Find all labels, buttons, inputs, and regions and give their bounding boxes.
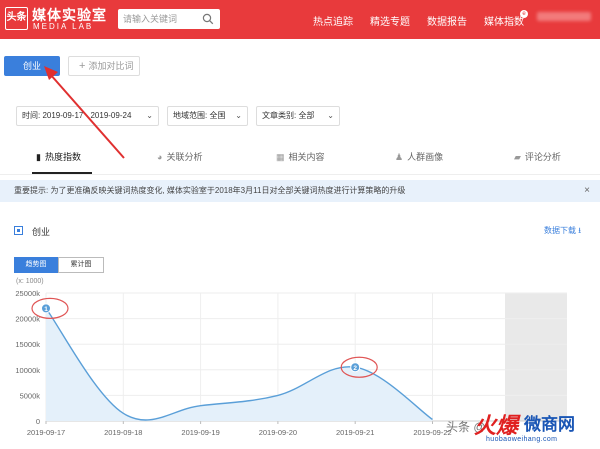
future-shade-region	[505, 293, 567, 421]
y-tick-label: 25000k	[15, 289, 40, 298]
time-range-label: 时间: 2019-09-17 - 2019-09-24	[22, 111, 132, 120]
logo-subtitle: MEDIA LAB	[33, 22, 94, 31]
add-compare-button[interactable]: + 添加对比词	[68, 56, 140, 76]
data-download-link[interactable]: 数据下载 ⭳	[544, 225, 581, 239]
nav-featured-topics[interactable]: 精选专题	[370, 13, 410, 28]
tab-heat-index[interactable]: ▮ 热度指数	[36, 150, 81, 163]
region-label: 地域范围: 全国	[173, 111, 226, 120]
tabs-divider	[0, 174, 600, 175]
marker-label: 2	[353, 365, 357, 372]
tab-comment-analysis[interactable]: ▰ 评论分析	[514, 150, 561, 163]
tab-label: 人群画像	[407, 152, 444, 162]
x-tick-label: 2019-09-17	[27, 428, 65, 437]
keyword-button[interactable]: 创业	[4, 56, 60, 76]
notice-text: 重要提示: 为了更准确反映关键词热度变化, 媒体实验室于2018年3月11日对全…	[14, 186, 406, 195]
avatar[interactable]: e	[520, 10, 528, 18]
tab-related-content[interactable]: ▦ 相关内容	[276, 150, 325, 163]
person-icon: ♟	[395, 152, 404, 162]
series-checkbox[interactable]	[14, 226, 23, 235]
tab-audience-profile[interactable]: ♟ 人群画像	[395, 150, 443, 163]
category-filter[interactable]: 文章类别: 全部 ⌄	[256, 106, 340, 126]
close-icon[interactable]: ×	[584, 180, 590, 202]
plus-icon: +	[79, 60, 86, 72]
x-tick-label: 2019-09-20	[259, 428, 297, 437]
y-tick-label: 0	[36, 417, 40, 426]
tab-related-analysis[interactable]: ◕ 关联分析	[157, 150, 202, 163]
notice-banner: 重要提示: 为了更准确反映关键词热度变化, 媒体实验室于2018年3月11日对全…	[0, 180, 600, 202]
time-range-filter[interactable]: 时间: 2019-09-17 - 2019-09-24 ⌄	[16, 106, 159, 126]
download-label: 数据下载	[544, 226, 576, 235]
top-navbar: 头条 媒体实验室 MEDIA LAB 热点追踪 精选专题 数据报告 媒体指数 e	[0, 0, 600, 39]
nav-hot-tracking[interactable]: 热点追踪	[313, 13, 353, 28]
y-tick-label: 15000k	[15, 340, 40, 349]
watermark-url: huobaoweihang.com	[486, 436, 558, 443]
series-label: 创业	[32, 227, 51, 237]
y-tick-label: 10000k	[15, 366, 40, 375]
add-compare-label: 添加对比词	[88, 61, 134, 71]
comment-icon: ▰	[514, 152, 521, 162]
category-label: 文章类别: 全部	[262, 111, 315, 120]
series-area	[46, 308, 433, 421]
nav-media-index[interactable]: 媒体指数	[484, 13, 524, 28]
chart-unit: (x: 1000)	[16, 278, 44, 285]
marker-label: 1	[44, 306, 48, 313]
tab-label: 热度指数	[44, 152, 81, 162]
search-icon[interactable]	[202, 13, 214, 25]
tab-label: 相关内容	[288, 152, 325, 162]
logo-mark[interactable]: 头条	[5, 7, 28, 30]
search-box	[118, 9, 220, 29]
chevron-down-icon: ⌄	[327, 111, 334, 120]
download-icon: ⭳	[578, 226, 582, 235]
bar-chart-icon: ▮	[36, 152, 41, 162]
cumulative-mode-button[interactable]: 累计图	[58, 257, 104, 273]
x-tick-label: 2019-09-19	[181, 428, 219, 437]
search-input[interactable]	[123, 11, 199, 27]
x-tick-label: 2019-09-21	[336, 428, 374, 437]
chevron-down-icon: ⌄	[146, 111, 153, 120]
y-tick-label: 5000k	[20, 391, 41, 400]
y-tick-label: 20000k	[15, 315, 40, 324]
pie-chart-icon: ◕	[157, 152, 163, 162]
tab-label: 关联分析	[166, 152, 203, 162]
page: 头条 媒体实验室 MEDIA LAB 热点追踪 精选专题 数据报告 媒体指数 e…	[0, 0, 600, 449]
watermark-brand-2: 微商网	[524, 415, 575, 434]
tab-label: 评论分析	[524, 152, 561, 162]
username-blurred[interactable]	[537, 12, 591, 21]
nav-data-reports[interactable]: 数据报告	[427, 13, 467, 28]
chevron-down-icon: ⌄	[235, 111, 242, 120]
x-tick-label: 2019-09-18	[104, 428, 142, 437]
grid-icon: ▦	[276, 152, 285, 162]
region-filter[interactable]: 地域范围: 全国 ⌄	[167, 106, 248, 126]
trend-mode-button[interactable]: 趋势图	[14, 257, 58, 273]
